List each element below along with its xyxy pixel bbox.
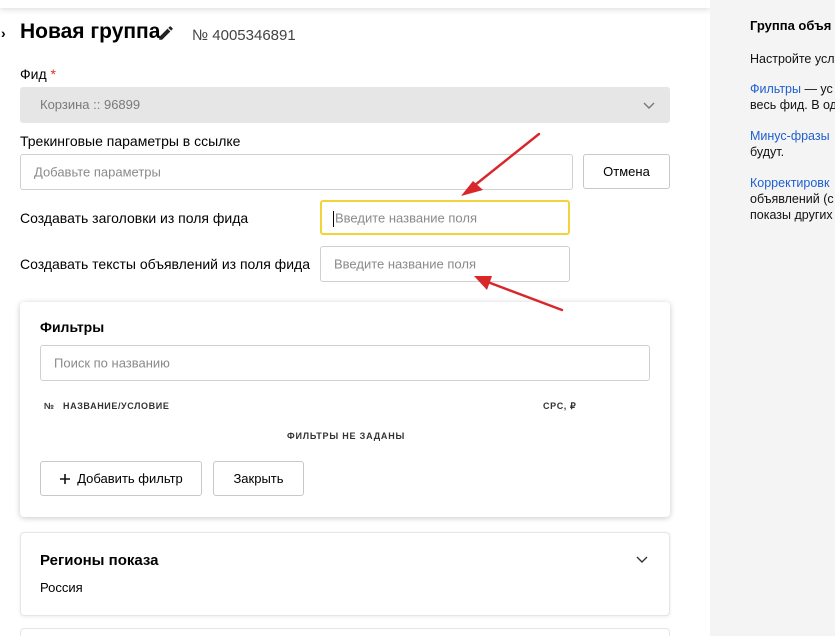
tracking-label: Трекинговые параметры в ссылке — [20, 133, 241, 149]
tracking-params-input[interactable]: Добавьте параметры — [20, 154, 573, 190]
sidebar-adjust-text-2: показы других — [750, 208, 833, 222]
pencil-icon[interactable] — [157, 24, 175, 42]
sidebar-title: Группа объя — [750, 18, 832, 33]
texts-field-placeholder: Введите название поля — [334, 256, 476, 272]
filters-title: Фильтры — [40, 319, 105, 335]
texts-field-label: Создавать тексты объявлений из поля фида — [20, 256, 310, 272]
sidebar-minus-link[interactable]: Минус-фразы — [750, 128, 830, 144]
headlines-field-label: Создавать заголовки из поля фида — [20, 210, 249, 226]
close-filters-button[interactable]: Закрыть — [213, 461, 304, 496]
sidebar-filters-text: весь фид. В од — [750, 98, 835, 112]
col-cpc: CPC, ₽ — [543, 401, 577, 411]
add-filter-button[interactable]: Добавить фильтр — [40, 461, 202, 496]
text-caret — [333, 211, 334, 227]
plus-icon — [60, 473, 71, 484]
tracking-params-placeholder: Добавьте параметры — [34, 164, 161, 180]
regions-value: Россия — [40, 580, 83, 595]
cancel-button[interactable]: Отмена — [583, 154, 670, 189]
add-filter-label: Добавить фильтр — [77, 471, 183, 486]
texts-field-input[interactable]: Введите название поля — [320, 246, 570, 282]
back-chevron-icon[interactable]: › — [1, 25, 6, 41]
filters-card: Фильтры Поиск по названию № НАЗВАНИЕ/УСЛ… — [20, 302, 670, 517]
col-number: № — [44, 401, 55, 411]
next-section-card — [20, 628, 670, 636]
regions-card[interactable]: Регионы показа Россия — [20, 532, 670, 616]
headlines-field-input[interactable]: Введите название поля — [320, 200, 570, 235]
feed-label: Фид * — [20, 66, 56, 82]
required-mark: * — [50, 66, 56, 82]
sidebar-adjust-link[interactable]: Корректировк — [750, 175, 829, 191]
feed-select[interactable]: Корзина :: 96899 — [20, 87, 670, 123]
headlines-field-placeholder: Введите название поля — [335, 210, 477, 225]
group-number: № 4005346891 — [192, 27, 296, 44]
filters-empty-text: ФИЛЬТРЫ НЕ ЗАДАНЫ — [287, 431, 406, 441]
sidebar-filters-link[interactable]: Фильтры — [750, 82, 801, 96]
help-sidebar: Группа объя Настройте усл Фильтры — ус в… — [710, 0, 835, 636]
sidebar-intro: Настройте усл — [750, 52, 835, 66]
sidebar-adjust-text-1: объявлений (с — [750, 192, 834, 206]
page-title: Новая группа — [20, 20, 161, 43]
sidebar-minus-text: будут. — [750, 145, 785, 159]
chevron-down-icon — [643, 102, 655, 109]
main-panel: › Новая группа № 4005346891 Фид * Корзин… — [0, 0, 710, 636]
col-name: НАЗВАНИЕ/УСЛОВИЕ — [63, 401, 170, 411]
regions-title: Регионы показа — [40, 552, 159, 569]
chevron-down-icon[interactable] — [635, 552, 649, 566]
sidebar-filters-line: Фильтры — ус — [750, 82, 833, 96]
filter-search-input[interactable]: Поиск по названию — [40, 345, 650, 381]
filter-search-placeholder: Поиск по названию — [54, 355, 170, 371]
feed-select-value: Корзина :: 96899 — [40, 97, 141, 112]
